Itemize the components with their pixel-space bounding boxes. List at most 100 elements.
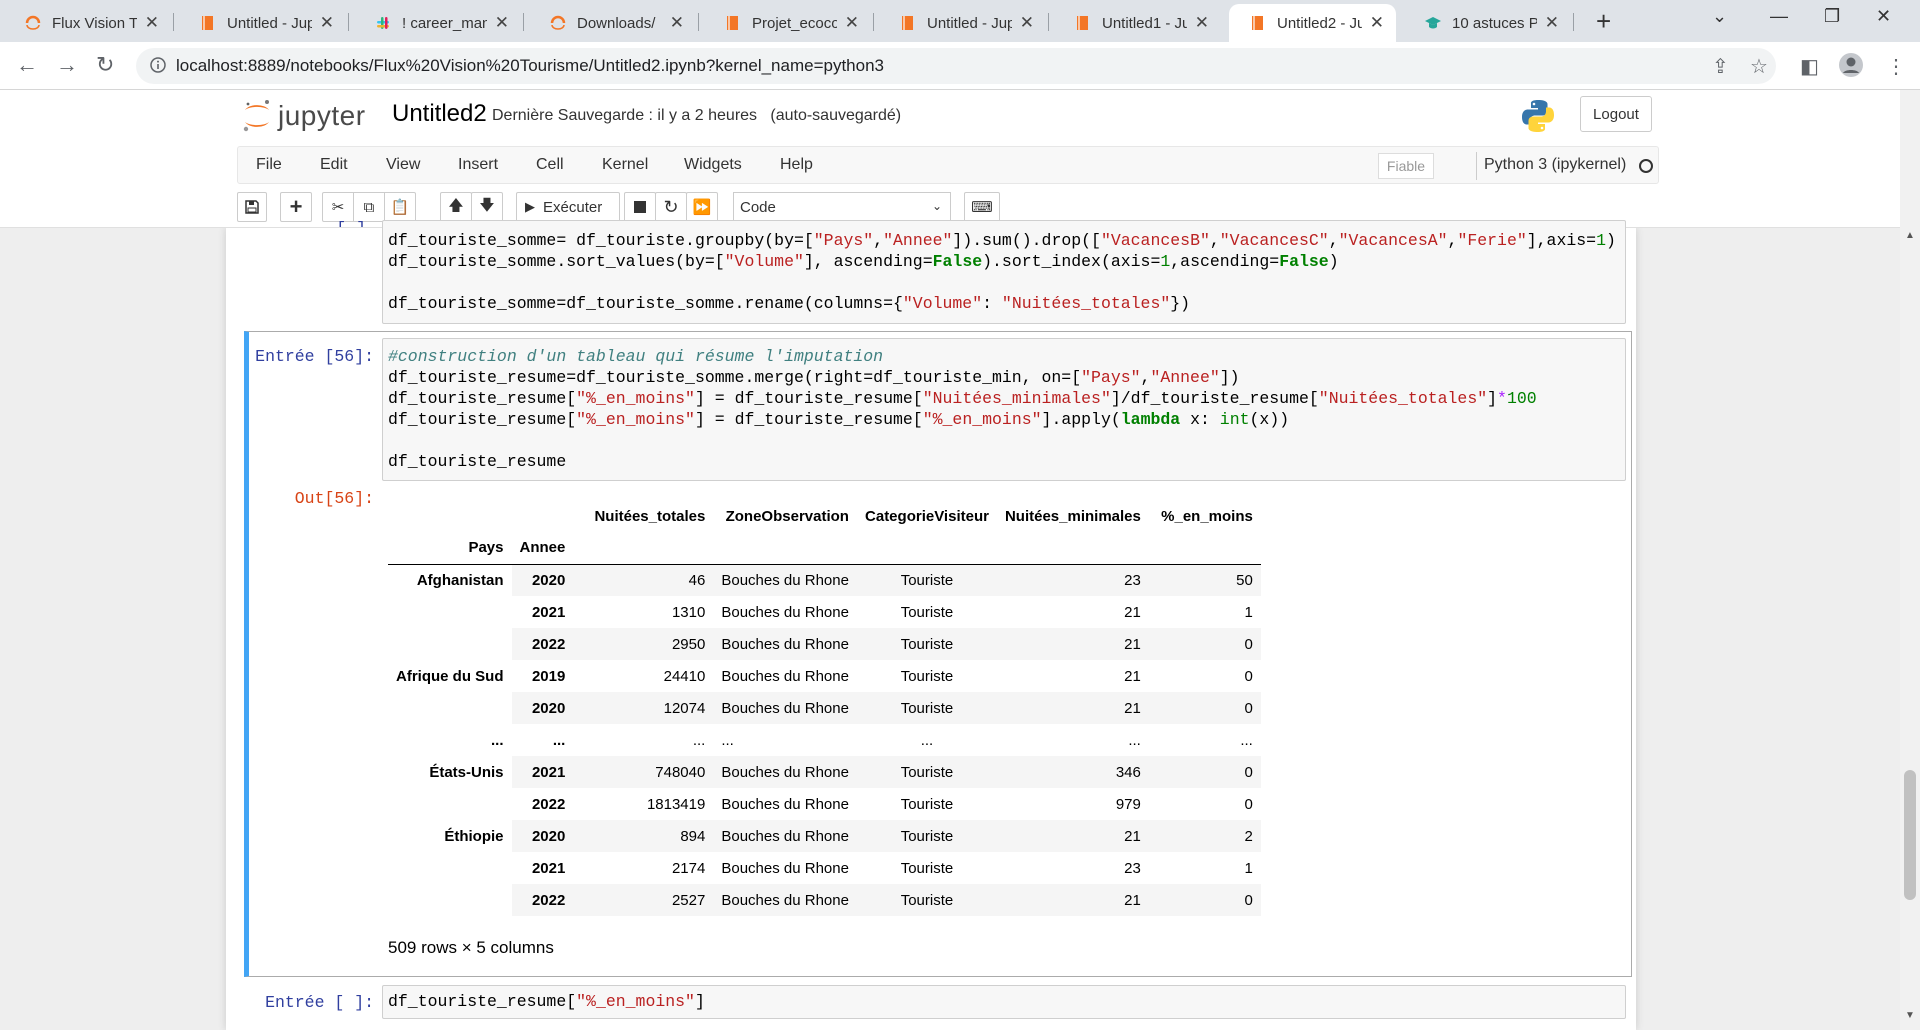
table-cell: 0 [1148,756,1261,788]
profile-avatar-icon[interactable] [1838,52,1864,78]
table-cell: Touriste [900,859,954,877]
kernel-separator [1476,152,1477,180]
reload-icon[interactable]: ↻ [96,52,114,78]
forward-arrow-icon[interactable]: → [56,52,78,78]
stop-icon [634,201,646,213]
notebook-icon [727,16,738,30]
back-arrow-icon[interactable]: ← [16,52,38,78]
browser-tab[interactable]: ! career_mana ✕ [354,4,521,42]
notebook-icon [1077,16,1088,30]
close-icon[interactable]: ✕ [1370,13,1384,33]
copy-button[interactable]: ⧉ [353,192,385,222]
chevron-down-icon: ⌄ [931,199,942,213]
restore-icon[interactable]: ❐ [1824,6,1840,27]
new-tab-button[interactable]: + [1596,6,1611,37]
restart-run-all-button[interactable]: ⏩ [686,192,718,222]
index-name-row: Pays Annee [388,532,1261,565]
table-cell: 2 [1148,820,1261,852]
tab-separator [1048,13,1049,31]
restart-button[interactable]: ↻ [655,192,687,222]
save-button[interactable] [237,192,267,222]
scroll-down-icon[interactable]: ▼ [1905,1010,1915,1021]
table-cell: Bouches du Rhone [721,667,849,685]
row-index-pays: ... [388,724,512,756]
menu-file[interactable]: File [256,156,282,174]
jupyter-logo[interactable]: jupyter [242,98,366,134]
prev-cell-prompt: [ ] [300,219,366,227]
close-icon[interactable]: ✕ [1545,13,1559,33]
move-down-button[interactable]: 🡇 [471,192,503,222]
logout-button[interactable]: Logout [1580,96,1652,132]
flux-icon [550,15,566,30]
minimize-icon[interactable]: — [1770,6,1788,27]
row-index-annee: 2020 [511,564,574,596]
browser-tab[interactable]: Untitled - Jupy ✕ [879,4,1046,42]
close-icon[interactable]: ✕ [320,13,334,33]
flux-icon [25,15,41,30]
command-palette-button[interactable]: ⌨ [964,192,1000,222]
browser-tab[interactable]: Flux Vision Tou ✕ [4,4,171,42]
table-cell: Touriste [856,564,997,596]
close-icon[interactable]: ✕ [145,13,159,33]
jupyter-logo-text: jupyter [278,100,366,131]
close-icon[interactable]: ✕ [670,13,684,33]
interrupt-button[interactable] [624,192,656,222]
table-cell: 0 [1148,628,1261,660]
kernel-name[interactable]: Python 3 (ipykernel) [1484,156,1626,174]
table-cell: 12074 [573,692,714,724]
scroll-up-icon[interactable]: ▲ [1905,230,1915,241]
notebook-icon [902,16,913,30]
cut-button[interactable]: ✂ [322,192,354,222]
browser-tab[interactable]: Untitled1 - Jup ✕ [1054,4,1221,42]
table-cell: 0 [1244,667,1253,685]
notebook-title[interactable]: Untitled2 [392,100,487,128]
run-button[interactable]: ▶ Exécuter [516,192,620,222]
browser-menu-icon[interactable]: ⋮ [1886,54,1906,79]
table-row: ..................... [388,724,1261,756]
fast-forward-icon: ⏩ [692,199,712,216]
scrollbar-thumb[interactable] [1904,770,1916,900]
bookmark-star-icon[interactable]: ☆ [1750,54,1768,79]
row-index-pays [388,692,512,724]
run-label: Exécuter [543,198,603,216]
menu-edit[interactable]: Edit [320,156,348,174]
url-field[interactable]: localhost:8889/notebooks/Flux%20Vision%2… [136,48,1776,84]
close-icon[interactable]: ✕ [1195,13,1209,33]
info-icon[interactable] [150,57,166,73]
cell-type-select[interactable]: Code ⌄ [733,192,951,222]
close-icon[interactable]: ✕ [495,13,509,33]
table-cell: 2950 [573,628,714,660]
cell-type-value: Code [740,198,776,216]
sidebar-panel-icon[interactable]: ◧ [1800,54,1819,79]
table-cell: Bouches du Rhone [713,628,857,660]
column-header: %_en_moins [1161,507,1253,525]
close-icon[interactable]: ✕ [845,13,859,33]
menu-widgets[interactable]: Widgets [684,156,742,174]
menu-help[interactable]: Help [780,156,813,174]
menu-view[interactable]: View [386,156,420,174]
close-icon[interactable]: ✕ [1020,13,1034,33]
browser-tab-label: Flux Vision Tou [52,14,137,32]
table-cell: 50 [1148,564,1261,596]
chevron-down-icon[interactable]: ⌄ [1712,6,1727,27]
insert-cell-button[interactable]: + [280,192,312,222]
table-cell: ... [692,731,706,749]
menu-cell[interactable]: Cell [536,156,564,174]
browser-tab[interactable]: Untitled - Jupy ✕ [179,4,346,42]
browser-tab[interactable]: 10 astuces Par ✕ [1404,4,1571,42]
table-cell: Bouches du Rhone [713,692,857,724]
paste-button[interactable]: 📋 [384,192,416,222]
page-scrollbar[interactable]: ▲ ▼ [1900,90,1920,1030]
menu-insert[interactable]: Insert [458,156,498,174]
browser-tab[interactable]: Untitled2 - Jup ✕ [1229,4,1396,42]
trusted-indicator[interactable]: Fiable [1378,153,1434,179]
close-window-icon[interactable]: ✕ [1876,6,1891,27]
arrow-up-icon: 🡅 [448,196,464,214]
move-up-button[interactable]: 🡅 [440,192,472,222]
jupyter-menubar: Fiable Python 3 (ipykernel) File Edit View… [0,146,1900,190]
table-cell: Bouches du Rhone [721,859,849,877]
share-icon[interactable]: ⇪ [1712,54,1729,79]
menu-kernel[interactable]: Kernel [602,156,648,174]
browser-tab[interactable]: Downloads/ ✕ [529,4,696,42]
browser-tab[interactable]: Projet_ecocom ✕ [704,4,871,42]
